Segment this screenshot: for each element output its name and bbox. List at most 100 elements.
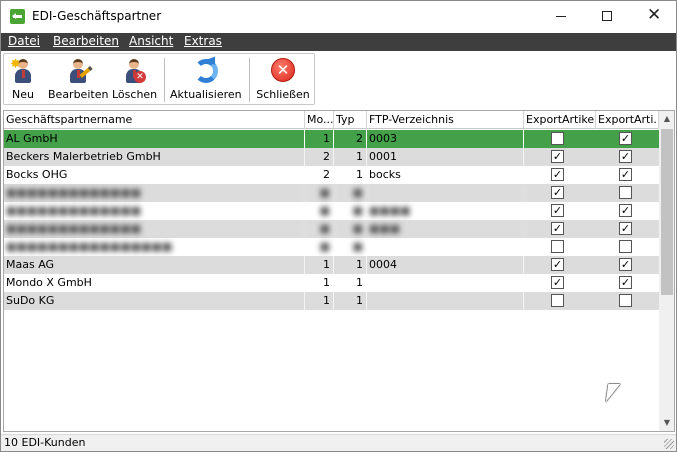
- cell-export2: [596, 184, 659, 202]
- export-checkbox[interactable]: ✓: [551, 258, 564, 271]
- export-checkbox[interactable]: ✓: [619, 132, 632, 145]
- cell-typ: 1: [334, 166, 367, 184]
- maximize-button[interactable]: [584, 1, 630, 33]
- export-checkbox[interactable]: ✓: [551, 276, 564, 289]
- new-button[interactable]: ✸ Neu: [8, 56, 38, 104]
- close-icon: ✕: [647, 5, 662, 25]
- cell-ftp: ■■■■: [367, 202, 524, 220]
- close-button-label: Schließen: [256, 88, 310, 101]
- cell-mo: ■: [305, 238, 334, 256]
- export-checkbox[interactable]: [551, 240, 564, 253]
- cell-export2: ✓: [596, 274, 659, 292]
- new-button-label: Neu: [12, 88, 34, 101]
- vertical-scrollbar[interactable]: ▲ ▼: [659, 111, 674, 431]
- export-checkbox[interactable]: ✓: [619, 222, 632, 235]
- export-checkbox[interactable]: ✓: [551, 186, 564, 199]
- refresh-button-label: Aktualisieren: [170, 88, 242, 101]
- table-row[interactable]: ■■■■■■■■■■■■■ ■ ■ ✓: [4, 184, 659, 202]
- toolbar-separator: [249, 58, 250, 102]
- close-window-button[interactable]: ✕: [630, 1, 676, 33]
- cell-name: Bocks OHG: [4, 166, 305, 184]
- export-checkbox[interactable]: [551, 132, 564, 145]
- export-checkbox[interactable]: ✓: [551, 150, 564, 163]
- table-row[interactable]: ■■■■■■■■■■■■■ ■ ■ ■■■ ✓ ✓: [4, 220, 659, 238]
- cell-ftp: [367, 274, 524, 292]
- table-row[interactable]: AL GmbH 1 2 0003 ✓: [4, 130, 659, 148]
- cell-export1: ✓: [524, 256, 596, 274]
- app-icon: [10, 9, 25, 24]
- cell-ftp: ■■■: [367, 220, 524, 238]
- cell-ftp: 0004: [367, 256, 524, 274]
- close-button[interactable]: ✕ Schließen: [256, 56, 310, 104]
- scroll-up-icon[interactable]: ▲: [659, 111, 674, 127]
- refresh-button[interactable]: Aktualisieren: [170, 53, 242, 104]
- table-header: Geschäftspartnername Mo... Typ FTP-Verze…: [4, 111, 659, 129]
- cell-export2: ✓: [596, 166, 659, 184]
- scroll-down-icon[interactable]: ▼: [659, 415, 674, 431]
- cell-export1: ✓: [524, 166, 596, 184]
- export-checkbox[interactable]: ✓: [619, 258, 632, 271]
- cell-export2: [596, 292, 659, 310]
- cell-name: Mondo X GmbH: [4, 274, 305, 292]
- table-row[interactable]: Beckers Malerbetrieb GmbH 2 1 0001 ✓ ✓: [4, 148, 659, 166]
- export-checkbox[interactable]: [551, 294, 564, 307]
- cell-ftp: bocks: [367, 166, 524, 184]
- column-header-name[interactable]: Geschäftspartnername: [4, 111, 305, 129]
- cell-typ: 1: [334, 148, 367, 166]
- column-header-ftp[interactable]: FTP-Verzeichnis: [367, 111, 524, 129]
- menu-bearbeiten[interactable]: Bearbeiten: [53, 34, 119, 48]
- cell-name: Beckers Malerbetrieb GmbH: [4, 148, 305, 166]
- export-checkbox[interactable]: [619, 294, 632, 307]
- export-checkbox[interactable]: ✓: [619, 204, 632, 217]
- column-header-mo[interactable]: Mo...: [305, 111, 334, 129]
- menu-extras[interactable]: Extras: [184, 34, 222, 48]
- table-row[interactable]: ■■■■■■■■■■■■■■■■ ■ ■: [4, 238, 659, 256]
- window-title: EDI-Geschäftspartner: [32, 9, 162, 23]
- export-checkbox[interactable]: [619, 186, 632, 199]
- table-row[interactable]: Maas AG 1 1 0004 ✓ ✓: [4, 256, 659, 274]
- toolbar-separator: [164, 58, 165, 102]
- export-checkbox[interactable]: ✓: [551, 204, 564, 217]
- export-checkbox[interactable]: ✓: [619, 168, 632, 181]
- cell-name: Maas AG: [4, 256, 305, 274]
- column-header-typ[interactable]: Typ: [334, 111, 367, 129]
- column-header-export2[interactable]: ExportArti...: [596, 111, 659, 129]
- delete-partner-icon: ✕: [121, 58, 147, 84]
- column-header-export1[interactable]: ExportArtike...: [524, 111, 596, 129]
- cell-export1: [524, 238, 596, 256]
- edit-button[interactable]: Bearbeiten: [48, 56, 108, 104]
- export-checkbox[interactable]: ✓: [551, 168, 564, 181]
- menu-datei[interactable]: Datei: [8, 34, 40, 48]
- export-checkbox[interactable]: ✓: [619, 276, 632, 289]
- new-partner-icon: ✸: [10, 58, 36, 84]
- resize-grip-icon[interactable]: [664, 439, 674, 449]
- cell-mo: 1: [305, 292, 334, 310]
- cell-name: ■■■■■■■■■■■■■: [4, 202, 305, 220]
- export-checkbox[interactable]: ✓: [551, 222, 564, 235]
- cell-mo: 1: [305, 256, 334, 274]
- table-row[interactable]: SuDo KG 1 1: [4, 292, 659, 310]
- cell-export2: ✓: [596, 130, 659, 148]
- cell-mo: ■: [305, 202, 334, 220]
- minimize-button[interactable]: [538, 1, 584, 33]
- table-row[interactable]: ■■■■■■■■■■■■■ ■ ■ ■■■■ ✓ ✓: [4, 202, 659, 220]
- table-row[interactable]: Bocks OHG 2 1 bocks ✓ ✓: [4, 166, 659, 184]
- cell-export2: ✓: [596, 202, 659, 220]
- window: EDI-Geschäftspartner ✕ Datei Bearbeiten …: [0, 0, 677, 452]
- delete-button[interactable]: ✕ Löschen: [112, 56, 157, 104]
- cell-typ: ■: [334, 220, 367, 238]
- status-text: 10 EDI-Kunden: [4, 436, 86, 449]
- cell-typ: ■: [334, 184, 367, 202]
- menu-ansicht[interactable]: Ansicht: [129, 34, 173, 48]
- cell-mo: 1: [305, 130, 334, 148]
- export-checkbox[interactable]: [619, 240, 632, 253]
- export-checkbox[interactable]: ✓: [619, 150, 632, 163]
- cell-name: SuDo KG: [4, 292, 305, 310]
- maximize-icon: [602, 11, 612, 21]
- partner-table[interactable]: Geschäftspartnername Mo... Typ FTP-Verze…: [3, 110, 675, 432]
- cell-ftp: 0001: [367, 148, 524, 166]
- table-row[interactable]: Mondo X GmbH 1 1 ✓ ✓: [4, 274, 659, 292]
- scroll-thumb[interactable]: [661, 129, 673, 295]
- cell-export1: ✓: [524, 202, 596, 220]
- cell-name: AL GmbH: [4, 130, 305, 148]
